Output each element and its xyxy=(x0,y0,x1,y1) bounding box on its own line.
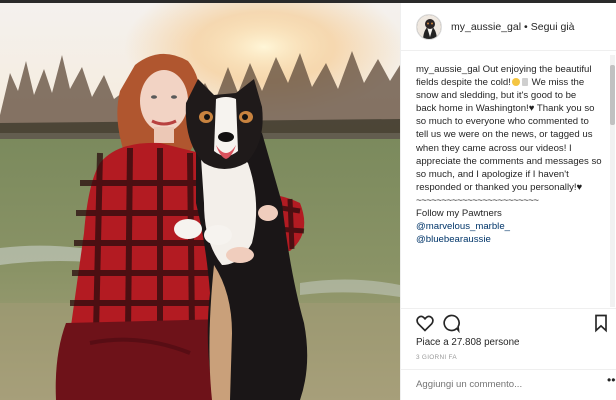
post-caption: my_aussie_gal Out enjoying the beautiful… xyxy=(416,63,608,246)
caption-line: responded or thanked you personally! xyxy=(416,181,577,193)
post-timestamp[interactable]: 3 GIORNI FA xyxy=(416,354,457,361)
bookmark-icon[interactable] xyxy=(591,313,611,333)
caption-username[interactable]: my_aussie_gal xyxy=(416,64,480,75)
more-options-icon[interactable]: ••• xyxy=(607,373,616,387)
caption-line: when they came across our videos! I xyxy=(416,142,572,154)
caption-line: so much, and I apologize if I haven't xyxy=(416,168,569,180)
caption-line: We miss the xyxy=(531,77,585,89)
following-button[interactable]: Segui già xyxy=(531,21,575,33)
smile-emoji-icon xyxy=(511,78,520,87)
mention-link[interactable]: @bluebearaussie xyxy=(416,233,608,246)
emoji-icon xyxy=(521,78,528,87)
caption-scrollbar[interactable] xyxy=(610,55,615,307)
header-separator: • xyxy=(524,20,528,33)
caption-line: Follow my Pawtners xyxy=(416,208,502,220)
heart-emoji-icon: ♥ xyxy=(576,181,583,193)
header-username[interactable]: my_aussie_gal xyxy=(451,21,521,33)
heart-icon[interactable] xyxy=(415,313,435,333)
post-side-panel: my_aussie_gal • Segui già my_aussie_gal Ou… xyxy=(400,3,616,400)
post-photo[interactable] xyxy=(0,3,400,400)
divider xyxy=(401,308,616,309)
caption-line: fields despite the cold! xyxy=(416,77,511,89)
action-bar xyxy=(415,313,611,335)
avatar[interactable] xyxy=(416,13,442,40)
likes-count[interactable]: Piace a 27.808 persone xyxy=(416,337,520,348)
black-heart-icon: ♥ xyxy=(528,103,535,115)
caption-line: Thank you so xyxy=(536,103,595,115)
scrollbar-thumb[interactable] xyxy=(610,65,615,125)
mention-link[interactable]: @marvelous_marble_ xyxy=(416,220,608,233)
caption-line: so much to everyone who commented to xyxy=(416,116,589,128)
caption-line: back home in Washington! xyxy=(416,103,529,115)
post-header: my_aussie_gal • Segui già xyxy=(401,3,616,51)
caption-line: tell us we were on the news, or tagged u… xyxy=(416,129,593,141)
comment-icon[interactable] xyxy=(441,313,461,333)
add-comment-input[interactable] xyxy=(416,379,596,390)
caption-line: snow and sledding, but it's good to be xyxy=(416,90,577,102)
caption-line: ~~~~~~~~~~~~~~~~~~~~~~~~ xyxy=(416,194,539,206)
divider xyxy=(401,369,616,370)
header-text: my_aussie_gal • Segui già xyxy=(451,21,575,33)
caption-line: Out enjoying the beautiful xyxy=(482,64,592,75)
caption-line: appreciate the comments and messages so xyxy=(416,155,602,167)
